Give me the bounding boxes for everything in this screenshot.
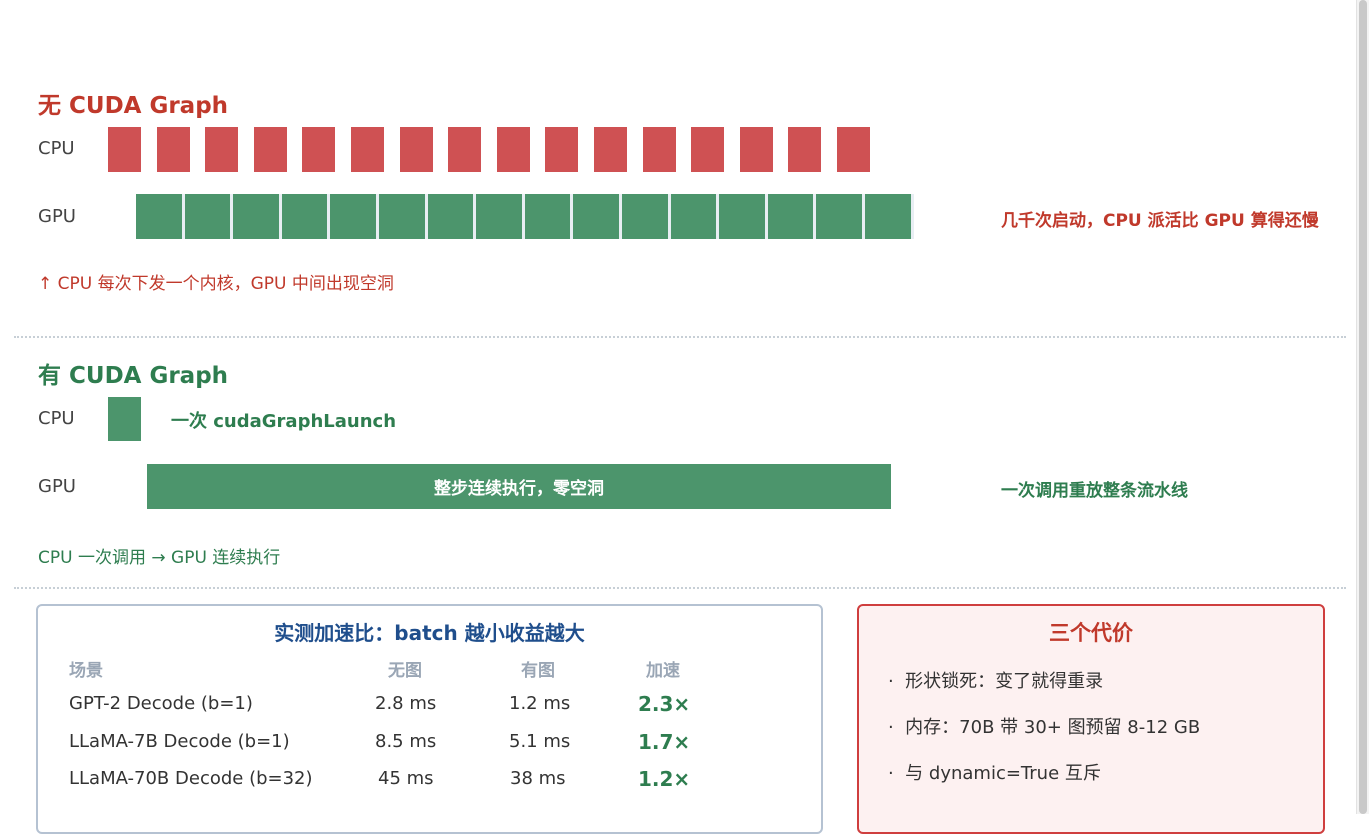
row-with: 1.2 ms (509, 693, 571, 714)
cpu-launch-block (594, 127, 627, 172)
row-with: 5.1 ms (509, 731, 571, 752)
gpu-kernel-segment (719, 194, 768, 239)
cost-text: 与 dynamic=True 互斥 (905, 763, 1101, 784)
header-without: 无图 (388, 661, 422, 681)
gpu-kernel-segment (476, 194, 525, 239)
row-without: 2.8 ms (375, 693, 437, 714)
cpu-launch-block (642, 127, 676, 172)
cpu-launch-block (496, 127, 530, 172)
gpu-kernel-segment (670, 194, 720, 239)
cost-text: 形状锁死：变了就得重录 (905, 671, 1104, 692)
cpu-launch-block (739, 127, 773, 172)
header-with: 有图 (521, 661, 555, 681)
cpu-launch-block (788, 127, 822, 172)
gpu-kernel-segment (330, 194, 379, 239)
gpu-kernel-segment (184, 194, 234, 239)
scrollbar-thumb[interactable] (1359, 0, 1367, 814)
row-speedup: 2.3× (638, 692, 691, 716)
cpu-launch-block (837, 127, 870, 172)
header-scene: 场景 (69, 661, 103, 681)
cpu-launch-block (156, 127, 190, 172)
row-with: 38 ms (510, 768, 566, 789)
with-graph-side-note: 一次调用重放整条流水线 (1001, 481, 1188, 501)
cost-text: 内存：70B 带 30+ 图预留 8-12 GB (905, 717, 1201, 738)
cpu-launch-block (448, 127, 482, 172)
no-graph-gpu-label: GPU (38, 206, 76, 227)
cpu-launch-block (302, 127, 336, 172)
gpu-kernel-segment (379, 194, 428, 239)
list-item: · 内存：70B 带 30+ 图预留 8-12 GB (888, 717, 1201, 738)
gpu-kernel-segment (573, 194, 622, 239)
row-scene: GPT-2 Decode (b=1) (69, 693, 253, 714)
cpu-launch-block (253, 127, 287, 172)
cpu-launch-block (351, 127, 384, 172)
speedup-title: 实测加速比：batch 越小收益越大 (274, 621, 585, 645)
with-graph-caption: CPU 一次调用 → GPU 连续执行 (38, 548, 281, 568)
with-graph-title: 有 CUDA Graph (38, 363, 229, 389)
cpu-launch-block (108, 127, 141, 172)
scrollbar[interactable] (1356, 0, 1369, 814)
gpu-kernel-segment (865, 194, 914, 239)
clipped-heading-fragment (372, 0, 392, 4)
gpu-kernel-segment (233, 194, 282, 239)
gpu-kernel-segment (281, 194, 331, 239)
row-scene: LLaMA-7B Decode (b=1) (69, 731, 290, 752)
row-speedup: 1.7× (638, 730, 691, 754)
with-graph-gpu-label: GPU (38, 476, 76, 497)
row-without: 8.5 ms (375, 731, 437, 752)
gpu-kernel-segment (524, 194, 574, 239)
gpu-kernel-segment (767, 194, 817, 239)
row-without: 45 ms (378, 768, 434, 789)
gpu-continuous-bar-label: 整步连续执行，零空洞 (434, 479, 604, 499)
gpu-kernel-segment (816, 194, 865, 239)
gpu-kernel-segment (136, 194, 185, 239)
row-speedup: 1.2× (638, 767, 691, 791)
cpu-launch-block (399, 127, 433, 172)
cpu-single-launch-block (108, 397, 141, 441)
no-graph-cpu-label: CPU (38, 138, 75, 159)
section-divider (14, 336, 1346, 338)
row-scene: LLaMA-70B Decode (b=32) (69, 768, 313, 789)
cpu-launch-block (205, 127, 239, 172)
list-item: · 形状锁死：变了就得重录 (888, 671, 1104, 692)
gpu-continuous-bar: 整步连续执行，零空洞 (147, 464, 891, 509)
cpu-launch-block (691, 127, 725, 172)
gpu-kernel-segment (427, 194, 477, 239)
cpu-launch-block (545, 127, 579, 172)
graph-launch-label: 一次 cudaGraphLaunch (171, 411, 397, 432)
with-graph-cpu-label: CPU (38, 408, 75, 429)
costs-title: 三个代价 (1049, 621, 1133, 645)
no-graph-title: 无 CUDA Graph (38, 93, 229, 119)
section-divider-2 (14, 587, 1346, 589)
no-graph-side-note: 几千次启动，CPU 派活比 GPU 算得还慢 (1001, 211, 1319, 231)
no-graph-caption: ↑ CPU 每次下发一个内核，GPU 中间出现空洞 (38, 274, 394, 294)
gpu-kernel-segment (622, 194, 671, 239)
list-item: · 与 dynamic=True 互斥 (888, 763, 1101, 784)
header-speedup: 加速 (646, 661, 680, 681)
